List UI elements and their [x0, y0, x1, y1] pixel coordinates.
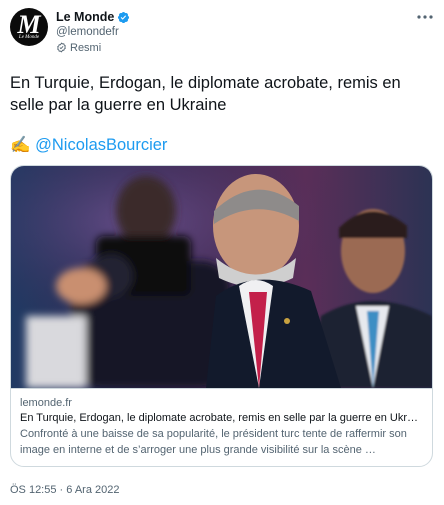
card-domain: lemonde.fr [20, 397, 72, 409]
writing-hand-icon: ✍️ [10, 136, 31, 154]
more-options-icon[interactable] [416, 14, 434, 20]
author-line: ✍️ @NicolasBourcier [10, 134, 167, 156]
tweet-timestamp[interactable]: ÖS 12:55 · 6 Ara 2022 [10, 484, 119, 496]
official-label: Resmi [70, 41, 102, 54]
card-description: Confronté à une baisse de sa popularité,… [20, 428, 407, 456]
link-card[interactable]: lemonde.fr En Turquie, Erdogan, le diplo… [10, 165, 433, 467]
avatar-caption: Le Monde [18, 35, 40, 40]
official-label-row: Resmi [56, 40, 130, 55]
display-name[interactable]: Le Monde [56, 10, 114, 24]
card-photo[interactable] [11, 166, 432, 388]
official-check-icon [57, 42, 66, 53]
card-meta: lemonde.fr En Turquie, Erdogan, le diplo… [11, 388, 432, 466]
author-mention-link[interactable]: @NicolasBourcier [35, 136, 167, 154]
card-title: En Turquie, Erdogan, le diplomate acroba… [20, 412, 423, 424]
name-row: Le Monde [56, 9, 130, 25]
avatar[interactable]: M Le Monde [10, 8, 48, 46]
account-handle[interactable]: @lemondefr [56, 25, 130, 40]
tweet: M Le Monde Le Monde @lemondefr Resmi En … [0, 0, 444, 505]
tweet-text: En Turquie, Erdogan, le diplomate acroba… [10, 74, 401, 114]
tweet-header: M Le Monde Le Monde @lemondefr Resmi [10, 8, 434, 54]
account-names: Le Monde @lemondefr Resmi [56, 9, 130, 55]
verified-badge-icon [118, 11, 130, 23]
